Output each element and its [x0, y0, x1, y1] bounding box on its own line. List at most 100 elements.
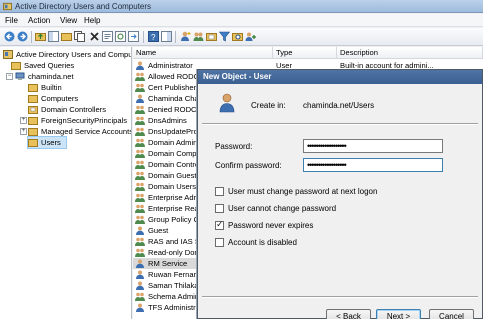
option-label[interactable]: User cannot change password	[228, 203, 336, 214]
properties-icon[interactable]	[102, 31, 113, 42]
svg-text:?: ?	[151, 33, 156, 42]
help-icon[interactable]: ?	[148, 31, 159, 42]
tree-item-label: Managed Service Accounts	[41, 127, 132, 136]
tree-item-label: Saved Queries	[24, 61, 75, 70]
toolbar: ?	[0, 28, 483, 46]
column-type[interactable]: Type	[273, 47, 337, 59]
next-button[interactable]: Next >	[376, 309, 421, 319]
tree-item-label: Users	[41, 138, 61, 147]
user-icon	[219, 93, 235, 113]
user-icon	[136, 303, 144, 312]
menu-help[interactable]: Help	[84, 15, 100, 26]
group-icon	[135, 215, 145, 224]
export-list-icon[interactable]	[128, 31, 139, 42]
tree-item-label: Computers	[41, 94, 79, 103]
window-title: Active Directory Users and Computers	[15, 2, 152, 11]
toolbar-separator	[143, 31, 144, 43]
folder-icon	[28, 95, 38, 103]
menu-view[interactable]: View	[60, 15, 77, 26]
new-user-dialog: New Object - User Create in: chaminda.ne…	[197, 69, 483, 319]
group-icon	[135, 182, 145, 191]
folder-icon	[28, 84, 38, 92]
tree-item-label: chaminda.net	[28, 72, 74, 81]
option-label[interactable]: Account is disabled	[228, 237, 297, 248]
divider	[202, 296, 478, 298]
option-checkbox[interactable]	[215, 238, 224, 247]
folder-icon	[28, 128, 38, 136]
column-description[interactable]: Description	[337, 47, 483, 59]
expand-toggle[interactable]: +	[20, 117, 27, 124]
domain-icon	[15, 72, 25, 80]
divider	[202, 123, 478, 125]
up-folder-icon[interactable]	[35, 31, 46, 42]
menu-bar: File Action View Help	[0, 14, 483, 27]
password-field[interactable]: ••••••••••••••••••	[303, 139, 443, 153]
group-icon	[135, 248, 145, 257]
folder-icon[interactable]	[61, 31, 72, 42]
list-header: Name Type Description	[133, 47, 483, 59]
refresh-icon[interactable]	[115, 31, 126, 42]
ad-snapin-icon	[3, 50, 13, 59]
group-icon	[135, 138, 145, 147]
confirm-password-label: Confirm password:	[215, 161, 282, 170]
group-icon	[135, 72, 145, 81]
console-tree-icon[interactable]	[48, 31, 59, 42]
option-label[interactable]: Password never expires	[228, 220, 313, 231]
new-ou-icon[interactable]	[206, 31, 217, 42]
add-to-group-icon[interactable]	[245, 31, 256, 42]
option-checkbox[interactable]	[215, 219, 224, 230]
menu-file[interactable]: File	[5, 15, 18, 26]
group-icon	[135, 204, 145, 213]
group-icon	[135, 127, 145, 136]
app-window: Active Directory Users and Computers Fil…	[0, 0, 483, 319]
tree-root-label: Active Directory Users and Comput	[16, 50, 132, 59]
option-checkbox[interactable]	[215, 204, 224, 213]
create-in-value: chaminda.net/Users	[303, 101, 375, 110]
tree-item-label: Domain Controllers	[41, 105, 106, 114]
show-hide-icon[interactable]	[161, 31, 172, 42]
group-icon	[135, 193, 145, 202]
folder-icon	[28, 139, 38, 147]
toolbar-separator	[175, 31, 176, 43]
back-button[interactable]: < Back	[326, 309, 371, 319]
cancel-button[interactable]: Cancel	[429, 309, 474, 319]
filter-icon[interactable]	[219, 31, 230, 42]
find-icon[interactable]	[232, 31, 243, 42]
user-icon	[136, 281, 144, 290]
group-icon	[135, 116, 145, 125]
option-label[interactable]: User must change password at next logon	[228, 186, 377, 197]
console-tree: Active Directory Users and Comput Saved …	[0, 47, 132, 319]
back-arrow-icon[interactable]	[4, 31, 15, 42]
dialog-body: Create in: chaminda.net/Users Password: …	[198, 84, 482, 319]
user-icon	[136, 226, 144, 235]
option-checkbox[interactable]	[215, 187, 224, 196]
folder-icon	[11, 62, 21, 70]
menu-action[interactable]: Action	[28, 15, 50, 26]
dialog-title-bar[interactable]: New Object - User	[198, 70, 482, 84]
toolbar-separator	[31, 31, 32, 43]
ad-app-icon	[3, 2, 12, 11]
copy-icon[interactable]	[74, 31, 85, 42]
tree-item-users[interactable]: Users	[27, 136, 67, 149]
new-user-icon[interactable]	[180, 31, 191, 42]
tree-item-label: Builtin	[41, 83, 62, 92]
delete-icon[interactable]	[89, 31, 100, 42]
confirm-password-field[interactable]: ••••••••••••••••••	[303, 158, 443, 172]
new-group-icon[interactable]	[193, 31, 204, 42]
folder-icon	[28, 117, 38, 125]
group-icon	[135, 149, 145, 158]
forward-arrow-icon[interactable]	[17, 31, 28, 42]
group-icon	[135, 171, 145, 180]
column-name[interactable]: Name	[133, 47, 273, 59]
create-in-label: Create in:	[251, 101, 286, 110]
expand-toggle[interactable]: +	[20, 128, 27, 135]
group-icon	[135, 292, 145, 301]
collapse-toggle[interactable]: −	[6, 73, 13, 80]
group-icon	[135, 160, 145, 169]
tree-item-label: ForeignSecurityPrincipals	[41, 116, 128, 125]
ou-folder-icon	[28, 106, 38, 114]
user-icon	[136, 270, 144, 279]
dialog-title: New Object - User	[203, 72, 272, 81]
user-icon	[136, 94, 144, 103]
user-icon	[136, 259, 144, 268]
